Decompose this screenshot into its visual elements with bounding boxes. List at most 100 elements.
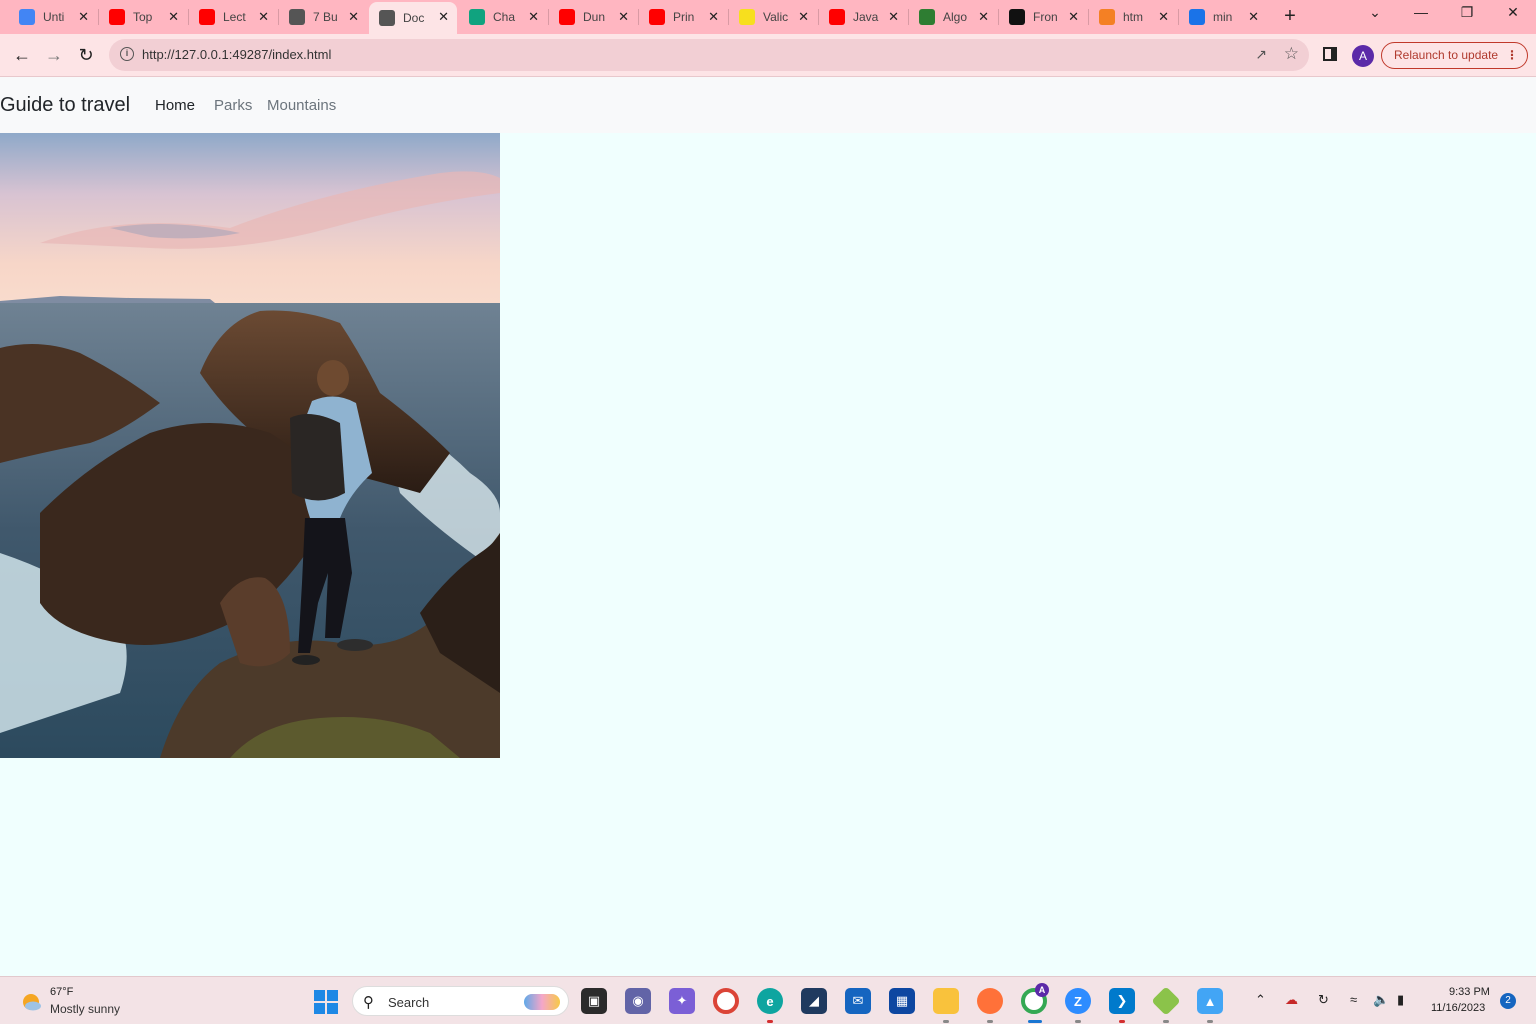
browser-tab[interactable]: Lect ✕ (189, 2, 277, 32)
tab-close-icon[interactable]: ✕ (258, 10, 269, 24)
clock-date[interactable]: 11/16/2023 (1431, 1002, 1485, 1014)
browser-toolbar: ← → ↻ i http://127.0.0.1:49287/index.htm… (0, 34, 1536, 77)
browser-tab[interactable]: min ✕ (1179, 2, 1267, 32)
copilot-icon[interactable]: ✦ (669, 988, 695, 1014)
vscode-icon[interactable]: ❯ (1109, 988, 1135, 1014)
share-icon[interactable]: ↗ (1255, 46, 1267, 63)
tab-close-icon[interactable]: ✕ (1158, 10, 1169, 24)
minimize-icon[interactable]: — (1409, 4, 1433, 20)
google-docs-icon (19, 9, 35, 25)
profile-avatar[interactable]: A (1352, 45, 1374, 67)
sync-icon[interactable]: ↻ (1318, 992, 1329, 1008)
tab-title: Top (133, 10, 153, 24)
onedrive-error-icon[interactable]: ☁ (1285, 992, 1298, 1008)
tab-close-icon[interactable]: ✕ (348, 10, 359, 24)
mysql-workbench-icon[interactable]: ◢ (801, 988, 827, 1014)
tab-separator (278, 9, 279, 25)
running-indicator (1163, 1020, 1169, 1023)
wifi-icon[interactable]: ≈ (1350, 992, 1357, 1007)
mail-icon[interactable]: ✉ (845, 988, 871, 1014)
browser-tab[interactable]: Top ✕ (99, 2, 187, 32)
tab-search-chevron-icon[interactable]: ⌄ (1363, 4, 1387, 21)
tab-title: Lect (223, 10, 246, 24)
store-icon[interactable]: ▦ (889, 988, 915, 1014)
reload-icon[interactable]: ↻ (74, 44, 98, 68)
edge-icon[interactable]: e (757, 988, 783, 1014)
clock-time[interactable]: 9:33 PM (1449, 986, 1490, 998)
search-icon (1189, 9, 1205, 25)
tab-close-icon[interactable]: ✕ (438, 10, 449, 24)
side-panel-icon[interactable] (1323, 47, 1337, 61)
tab-title: Dun (583, 10, 606, 24)
battery-icon[interactable]: ▮ (1397, 992, 1404, 1008)
teams-chat-icon[interactable]: ◉ (625, 988, 651, 1014)
running-indicator (987, 1020, 993, 1023)
nav-link-mountains[interactable]: Mountains (267, 97, 336, 114)
active-indicator (1028, 1020, 1042, 1023)
back-arrow-icon[interactable]: ← (10, 44, 34, 68)
tab-close-icon[interactable]: ✕ (168, 10, 179, 24)
tab-separator (548, 9, 549, 25)
tab-title: Cha (493, 10, 516, 24)
tab-close-icon[interactable]: ✕ (78, 10, 89, 24)
nav-link-parks[interactable]: Parks (214, 97, 252, 114)
document-icon (379, 10, 395, 26)
tab-close-icon[interactable]: ✕ (708, 10, 719, 24)
site-info-icon[interactable]: i (120, 47, 134, 61)
address-bar[interactable]: i http://127.0.0.1:49287/index.html ↗ ☆ (109, 39, 1309, 71)
browser-tab[interactable]: Fron ✕ (999, 2, 1087, 32)
tab-separator (818, 9, 819, 25)
browser-tab[interactable]: Unti ✕ (9, 2, 97, 32)
running-indicator (1075, 1020, 1081, 1023)
relaunch-to-update-button[interactable]: Relaunch to update ⋮ (1381, 42, 1528, 69)
browser-tab[interactable]: Java ✕ (819, 2, 907, 32)
browser-tab[interactable]: Valic ✕ (729, 2, 817, 32)
window-close-icon[interactable]: ✕ (1501, 4, 1525, 21)
more-menu-icon[interactable]: ⋮ (1506, 43, 1518, 68)
navbar-brand[interactable]: Guide to travel (0, 94, 130, 117)
new-tab-button[interactable]: + (1279, 5, 1301, 27)
browser-tab[interactable]: htm ✕ (1089, 2, 1177, 32)
tab-close-icon[interactable]: ✕ (888, 10, 899, 24)
task-view-icon[interactable]: ▣ (581, 988, 607, 1014)
firefox-icon[interactable] (977, 988, 1003, 1014)
tab-close-icon[interactable]: ✕ (1248, 10, 1259, 24)
tab-close-icon[interactable]: ✕ (978, 10, 989, 24)
stackoverflow-icon (1099, 9, 1115, 25)
git-tool-icon[interactable] (1151, 986, 1181, 1016)
browser-tab[interactable]: Cha ✕ (459, 2, 547, 32)
file-explorer-icon[interactable] (933, 988, 959, 1014)
taskbar-search[interactable]: ⚲ Search (352, 986, 569, 1016)
youtube-icon (829, 9, 845, 25)
tab-close-icon[interactable]: ✕ (1068, 10, 1079, 24)
volume-icon[interactable]: 🔈 (1373, 992, 1389, 1008)
browser-tab[interactable]: Dun ✕ (549, 2, 637, 32)
bookmark-star-icon[interactable]: ☆ (1284, 44, 1299, 64)
tab-close-icon[interactable]: ✕ (528, 10, 539, 24)
browser-tab[interactable]: 7 Bu ✕ (279, 2, 367, 32)
notification-badge[interactable]: 2 (1500, 993, 1516, 1009)
tab-separator (188, 9, 189, 25)
photos-icon[interactable]: ▲ (1197, 988, 1223, 1014)
nav-link-home[interactable]: Home (155, 97, 195, 114)
browser-tab[interactable]: Prin ✕ (639, 2, 727, 32)
tab-close-icon[interactable]: ✕ (798, 10, 809, 24)
tab-title: Doc (403, 11, 425, 25)
relaunch-label: Relaunch to update (1394, 48, 1499, 62)
url-text[interactable]: http://127.0.0.1:49287/index.html (142, 47, 331, 62)
windows-start-icon[interactable] (314, 990, 338, 1014)
weather-description[interactable]: Mostly sunny (50, 1002, 120, 1016)
tab-title: 7 Bu (313, 10, 338, 24)
running-indicator (767, 1020, 773, 1023)
forward-arrow-icon[interactable]: → (42, 44, 66, 68)
weather-sun-icon[interactable] (20, 991, 42, 1013)
show-hidden-icons-chevron-icon[interactable]: ⌃ (1255, 992, 1266, 1008)
hero-image (0, 133, 500, 758)
weather-temperature[interactable]: 67°F (50, 986, 73, 998)
chrome-icon[interactable] (713, 988, 739, 1014)
zoom-icon[interactable]: Z (1065, 988, 1091, 1014)
browser-tab[interactable]: Doc ✕ (369, 2, 457, 34)
browser-tab[interactable]: Algo ✕ (909, 2, 997, 32)
tab-close-icon[interactable]: ✕ (618, 10, 629, 24)
restore-icon[interactable]: ❐ (1455, 4, 1479, 21)
